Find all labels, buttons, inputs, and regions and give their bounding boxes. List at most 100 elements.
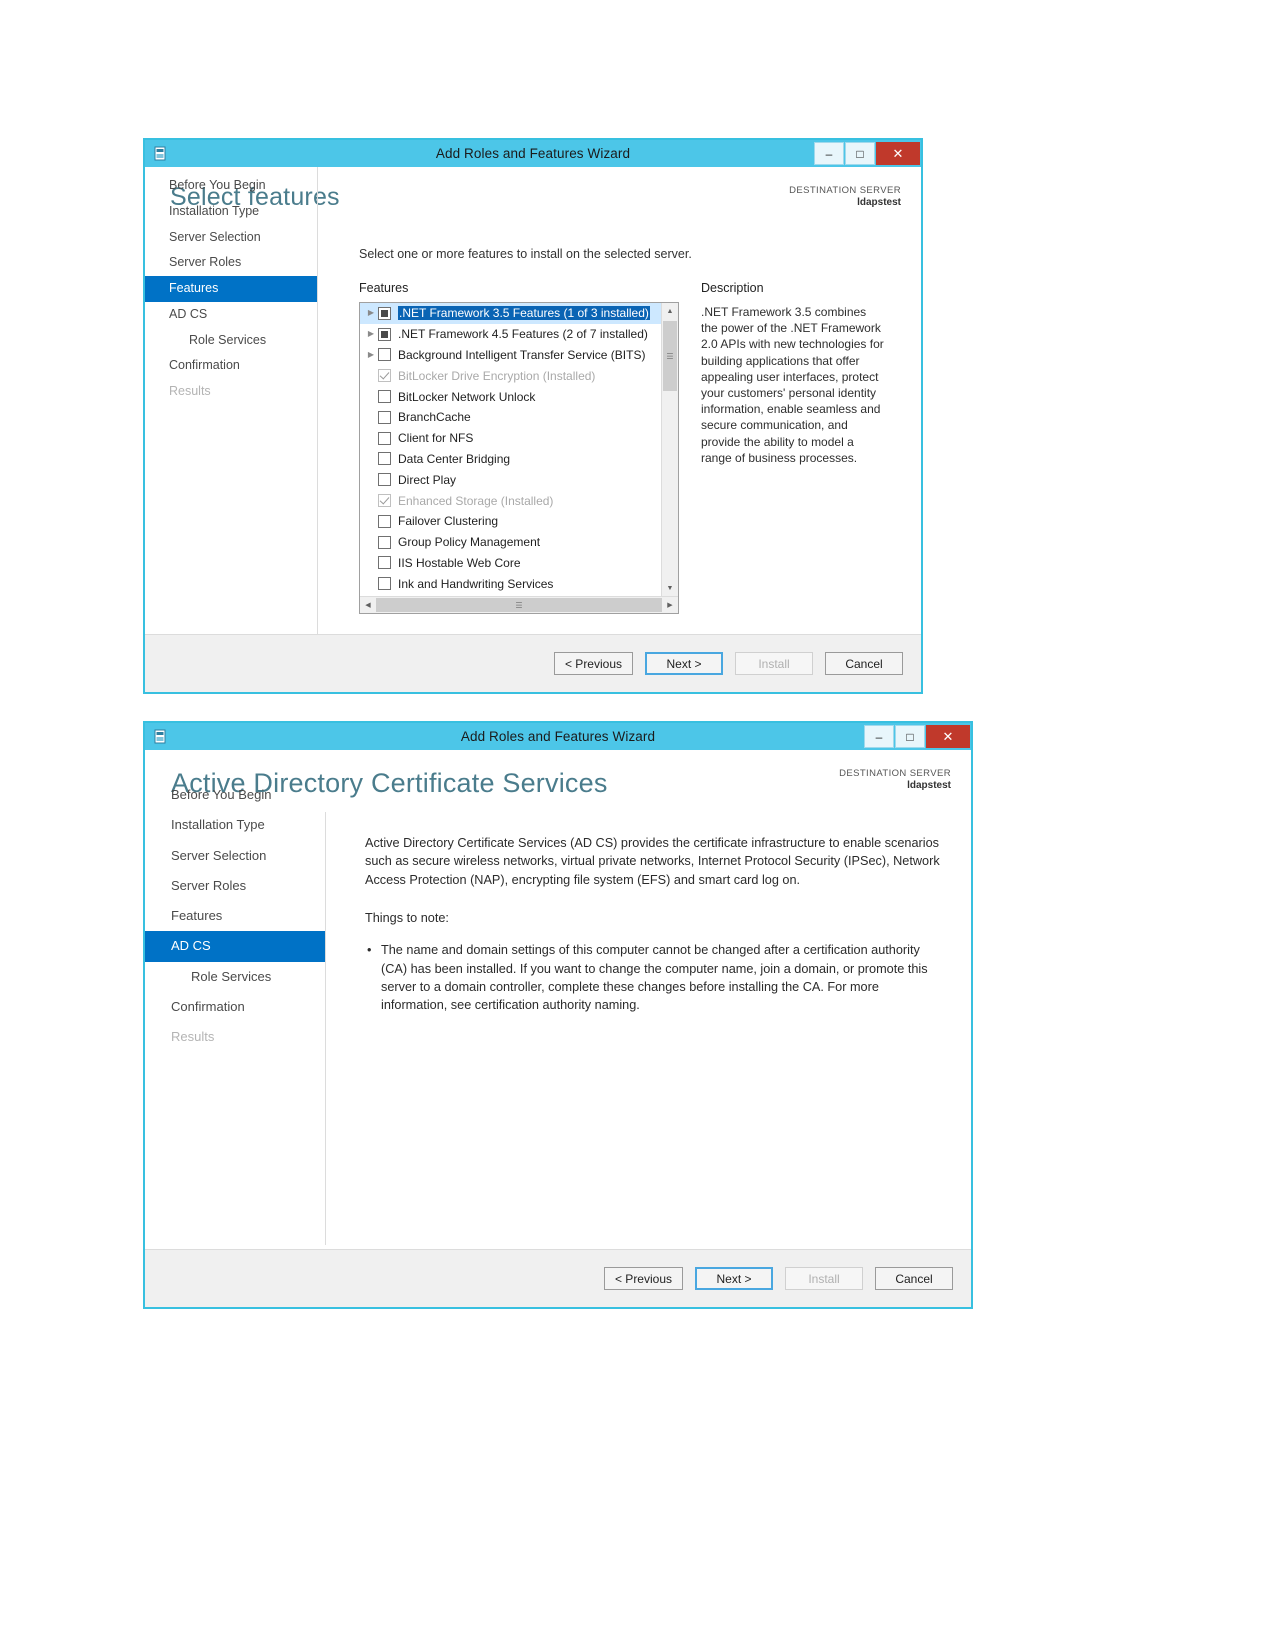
feature-checkbox[interactable]: [378, 514, 391, 528]
wizard-nav[interactable]: Before You Begin Installation Type Serve…: [145, 167, 317, 405]
feature-row[interactable]: ▶Group Policy Management: [360, 532, 661, 553]
window-controls[interactable]: – □ ✕: [864, 723, 971, 750]
feature-row[interactable]: ▶BitLocker Drive Encryption (Installed): [360, 365, 661, 386]
expand-chevron-icon[interactable]: ▶: [364, 309, 378, 317]
previous-button[interactable]: < Previous: [553, 652, 633, 675]
scroll-left-arrow[interactable]: ◀: [360, 597, 376, 613]
features-column: Features ▶ .NET Framework 3.5 Features (1…: [359, 281, 679, 614]
nav-item-installation-type[interactable]: Installation Type: [145, 199, 317, 225]
cancel-button[interactable]: Cancel: [875, 1267, 953, 1290]
feature-row[interactable]: ▶BitLocker Network Unlock: [360, 386, 661, 407]
feature-checkbox[interactable]: [378, 369, 391, 383]
nav-item-features[interactable]: Features: [145, 901, 325, 931]
nav-item-results: Results: [171, 1029, 215, 1045]
adcs-panel: Active Directory Certificate Services (A…: [325, 808, 971, 1249]
nav-item-installation-type[interactable]: Installation Type: [145, 810, 325, 840]
destination-server: DESTINATION SERVER ldapstest: [789, 185, 901, 209]
close-button[interactable]: ✕: [926, 725, 970, 748]
things-to-note-list: The name and domain settings of this com…: [365, 941, 943, 1015]
vertical-scroll-thumb[interactable]: ☰: [663, 321, 677, 391]
window-title: Add Roles and Features Wizard: [460, 729, 656, 744]
features-panel: Select one or more features to install o…: [319, 225, 921, 634]
feature-checkbox[interactable]: [378, 410, 391, 424]
nav-item-server-selection[interactable]: Server Selection: [145, 225, 317, 251]
feature-checkbox[interactable]: [378, 431, 391, 445]
nav-item-before-you-begin[interactable]: Before You Begin: [145, 780, 325, 810]
feature-row[interactable]: ▶Data Center Bridging: [360, 449, 661, 470]
titlebar[interactable]: Add Roles and Features Wizard – □ ✕: [145, 140, 921, 167]
minimize-button[interactable]: –: [814, 142, 844, 165]
feature-label: .NET Framework 4.5 Features (2 of 7 inst…: [398, 327, 648, 342]
content-divider: [317, 167, 318, 692]
scroll-down-arrow[interactable]: ▼: [662, 580, 678, 596]
nav-item-confirmation[interactable]: Confirmation: [145, 353, 317, 379]
features-listbox[interactable]: ▶ .NET Framework 3.5 Features (1 of 3 ins…: [359, 302, 679, 614]
nav-item-results: Results: [169, 384, 211, 398]
destination-server-value: ldapstest: [907, 779, 951, 791]
maximize-button[interactable]: □: [895, 725, 925, 748]
nav-item-server-selection[interactable]: Server Selection: [145, 841, 325, 871]
feature-row[interactable]: ▶Failover Clustering: [360, 511, 661, 532]
feature-label: Group Policy Management: [398, 535, 541, 550]
nav-item-ad-cs[interactable]: AD CS: [145, 931, 325, 962]
feature-row[interactable]: ▶Ink and Handwriting Services: [360, 573, 661, 594]
scroll-up-arrow[interactable]: ▲: [662, 303, 678, 319]
next-button[interactable]: Next >: [695, 1267, 773, 1290]
feature-label: Failover Clustering: [398, 514, 499, 529]
nav-item-server-roles[interactable]: Server Roles: [145, 871, 325, 901]
feature-label: Enhanced Storage (Installed): [398, 493, 554, 508]
feature-row[interactable]: ▶ .NET Framework 4.5 Features (2 of 7 ins…: [360, 324, 661, 345]
scroll-right-arrow[interactable]: ▶: [662, 597, 678, 613]
expand-chevron-icon[interactable]: ▶: [364, 330, 378, 338]
feature-checkbox[interactable]: [378, 306, 391, 320]
feature-label: Direct Play: [398, 472, 457, 487]
close-button[interactable]: ✕: [876, 142, 920, 165]
feature-row[interactable]: ▶Direct Play: [360, 469, 661, 490]
window-title: Add Roles and Features Wizard: [435, 146, 631, 161]
nav-item-role-services[interactable]: Role Services: [145, 962, 325, 992]
feature-row[interactable]: ▶IIS Hostable Web Core: [360, 553, 661, 574]
add-roles-wizard-window-features[interactable]: Add Roles and Features Wizard – □ ✕ Sele…: [143, 138, 923, 694]
features-list[interactable]: ▶ .NET Framework 3.5 Features (1 of 3 ins…: [360, 303, 661, 596]
feature-label: Client for NFS: [398, 431, 474, 446]
description-text: .NET Framework 3.5 combines the power of…: [701, 305, 884, 465]
add-roles-wizard-window-adcs[interactable]: Add Roles and Features Wizard – □ ✕ Acti…: [143, 721, 973, 1309]
nav-item-role-services[interactable]: Role Services: [145, 328, 317, 354]
nav-item-features[interactable]: Features: [145, 276, 317, 302]
features-vertical-scrollbar[interactable]: ▲ ☰ ▼: [661, 303, 678, 596]
feature-checkbox[interactable]: [378, 327, 391, 341]
feature-checkbox[interactable]: [378, 390, 391, 404]
window-controls[interactable]: – □ ✕: [814, 140, 921, 167]
feature-row[interactable]: ▶ .NET Framework 3.5 Features (1 of 3 ins…: [360, 303, 661, 324]
next-button[interactable]: Next >: [645, 652, 723, 675]
feature-checkbox[interactable]: [378, 535, 391, 549]
horizontal-scroll-thumb[interactable]: ☰: [376, 598, 662, 612]
intro-text: Select one or more features to install o…: [359, 247, 692, 261]
feature-label: IIS Hostable Web Core: [398, 555, 521, 570]
nav-item-server-roles[interactable]: Server Roles: [145, 250, 317, 276]
feature-checkbox[interactable]: [378, 348, 391, 362]
feature-row[interactable]: ▶Client for NFS: [360, 428, 661, 449]
feature-row[interactable]: ▶Enhanced Storage (Installed): [360, 490, 661, 511]
destination-server-label: DESTINATION SERVER: [839, 768, 951, 779]
feature-row[interactable]: ▶ Background Intelligent Transfer Service…: [360, 345, 661, 366]
previous-button[interactable]: < Previous: [603, 1267, 683, 1290]
nav-item-confirmation[interactable]: Confirmation: [145, 992, 325, 1022]
feature-checkbox[interactable]: [378, 577, 391, 591]
feature-checkbox[interactable]: [378, 556, 391, 570]
features-horizontal-scrollbar[interactable]: ◀ ☰ ▶: [360, 596, 678, 613]
nav-item-before-you-begin[interactable]: Before You Begin: [145, 173, 317, 199]
titlebar[interactable]: Add Roles and Features Wizard – □ ✕: [145, 723, 971, 750]
nav-item-ad-cs[interactable]: AD CS: [145, 302, 317, 328]
minimize-button[interactable]: –: [864, 725, 894, 748]
expand-chevron-icon[interactable]: ▶: [364, 350, 378, 359]
feature-row[interactable]: ▶BranchCache: [360, 407, 661, 428]
wizard-nav[interactable]: Before You Begin Installation Type Serve…: [145, 750, 325, 1053]
feature-label: .NET Framework 3.5 Features (1 of 3 inst…: [398, 306, 650, 321]
feature-label: BranchCache: [398, 410, 471, 425]
feature-checkbox[interactable]: [378, 452, 391, 466]
maximize-button[interactable]: □: [845, 142, 875, 165]
cancel-button[interactable]: Cancel: [825, 652, 903, 675]
feature-checkbox[interactable]: [378, 494, 391, 508]
feature-checkbox[interactable]: [378, 473, 391, 487]
